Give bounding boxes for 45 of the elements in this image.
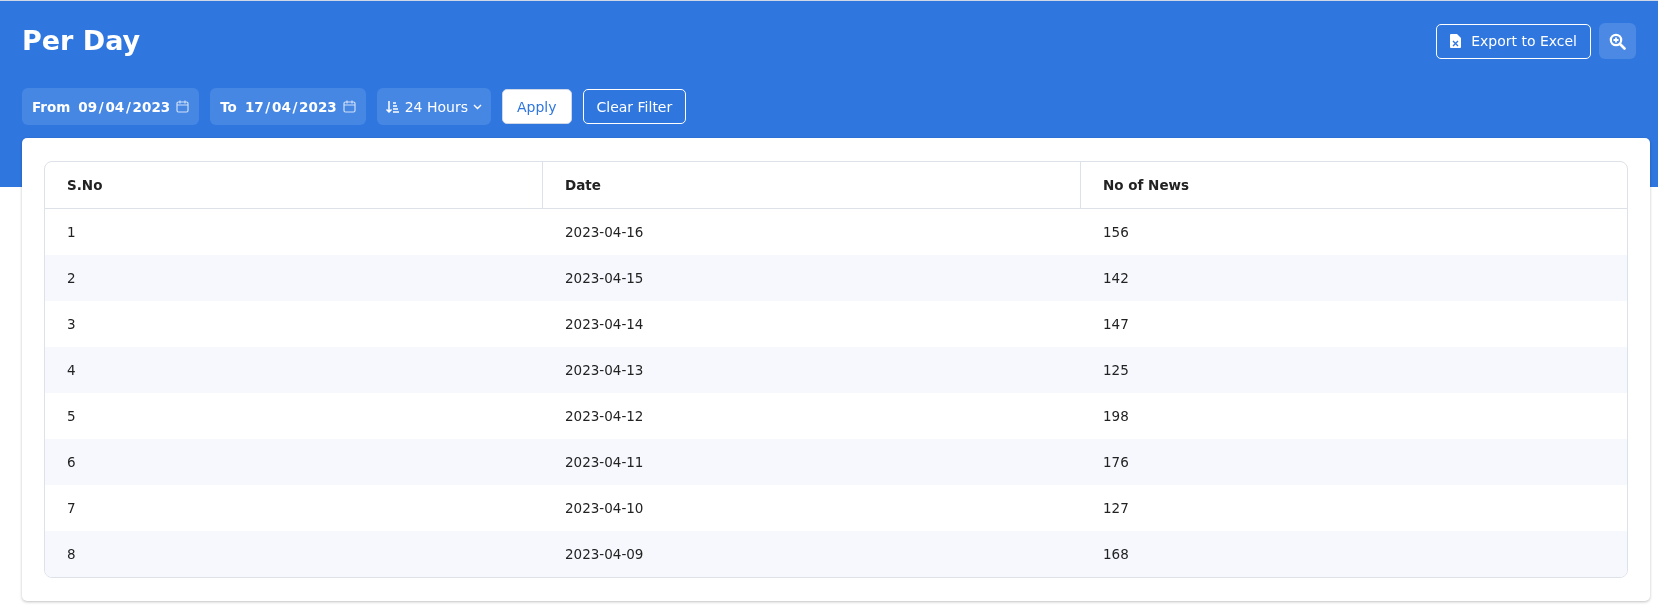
export-button[interactable]: Export to Excel: [1436, 23, 1591, 59]
table-cell-text: 147: [1102, 315, 1130, 334]
table-cell-text: 1: [66, 223, 77, 242]
table-cell-text: 7: [66, 499, 77, 518]
table-cell: 2023-04-09: [543, 531, 1081, 577]
table-cell: 8: [45, 531, 543, 577]
to-date-value: 17 / 04 / 2023: [244, 98, 337, 115]
calendar-icon: [342, 100, 356, 113]
from-date-field[interactable]: From 09 / 04 / 2023: [22, 88, 200, 125]
table-cell: 2023-04-13: [543, 347, 1081, 393]
table-cell-text: 127: [1102, 499, 1130, 518]
table-cell: 2023-04-15: [543, 255, 1081, 301]
column-header: Date: [543, 162, 1081, 209]
apply-button[interactable]: Apply: [501, 89, 572, 124]
table-cell: 4: [45, 347, 543, 393]
column-header: No of News: [1081, 162, 1627, 209]
table-cell: 142: [1081, 255, 1627, 301]
table-cell-text: 3: [66, 315, 77, 334]
table-cell-text: 2023-04-12: [564, 407, 645, 426]
table-cell: 2: [45, 255, 543, 301]
calendar-icon: [176, 100, 190, 113]
period-dropdown[interactable]: 24 Hours: [376, 88, 491, 125]
table-cell-text: 5: [66, 407, 77, 426]
excel-file-icon: [1450, 34, 1462, 48]
table-cell-text: 2023-04-10: [564, 499, 645, 518]
page-title: Per Day: [22, 24, 141, 58]
table-cell-text: 2023-04-14: [564, 315, 645, 334]
table-cell: 125: [1081, 347, 1627, 393]
clear-filter-button[interactable]: Clear Filter: [582, 89, 687, 124]
table-cell-text: 2023-04-16: [564, 223, 645, 242]
zoom-in-button[interactable]: [1599, 23, 1636, 59]
from-label: From: [32, 98, 71, 115]
table-cell: 168: [1081, 531, 1627, 577]
sort-icon: [385, 99, 400, 114]
table-cell: 2023-04-11: [543, 439, 1081, 485]
zoom-in-icon: [1609, 32, 1626, 50]
column-header: S.No: [45, 162, 543, 209]
table-cell-text: 156: [1102, 223, 1130, 242]
table-cell: 6: [45, 439, 543, 485]
from-date-value: 09 / 04 / 2023: [78, 98, 171, 115]
to-date-field[interactable]: To 17 / 04 / 2023: [210, 88, 366, 125]
to-label: To: [220, 98, 237, 115]
chevron-down-icon: [472, 103, 482, 110]
table-cell-text: 198: [1102, 407, 1130, 426]
table-cell: 176: [1081, 439, 1627, 485]
